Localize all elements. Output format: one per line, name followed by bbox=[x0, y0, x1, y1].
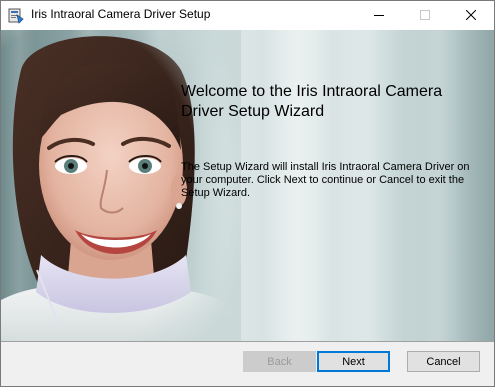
close-button[interactable] bbox=[448, 1, 494, 30]
maximize-icon bbox=[420, 10, 430, 20]
welcome-heading: Welcome to the Iris Intraoral Camera Dri… bbox=[181, 83, 443, 120]
close-icon bbox=[466, 10, 476, 20]
maximize-button bbox=[402, 1, 448, 30]
setup-window: Iris Intraoral Camera Driver Setup Welco… bbox=[0, 0, 495, 387]
title-bar[interactable]: Iris Intraoral Camera Driver Setup bbox=[1, 1, 494, 30]
back-button[interactable]: Back bbox=[243, 351, 316, 372]
minimize-icon bbox=[374, 15, 384, 16]
cancel-button[interactable]: Cancel bbox=[407, 351, 480, 372]
window-title: Iris Intraoral Camera Driver Setup bbox=[31, 7, 211, 21]
installer-icon bbox=[8, 8, 24, 24]
welcome-banner: Welcome to the Iris Intraoral Camera Dri… bbox=[1, 30, 494, 341]
minimize-button[interactable] bbox=[356, 1, 402, 30]
footer-divider bbox=[1, 341, 494, 342]
next-button[interactable]: Next bbox=[317, 351, 390, 372]
welcome-description: The Setup Wizard will install Iris Intra… bbox=[181, 161, 470, 199]
